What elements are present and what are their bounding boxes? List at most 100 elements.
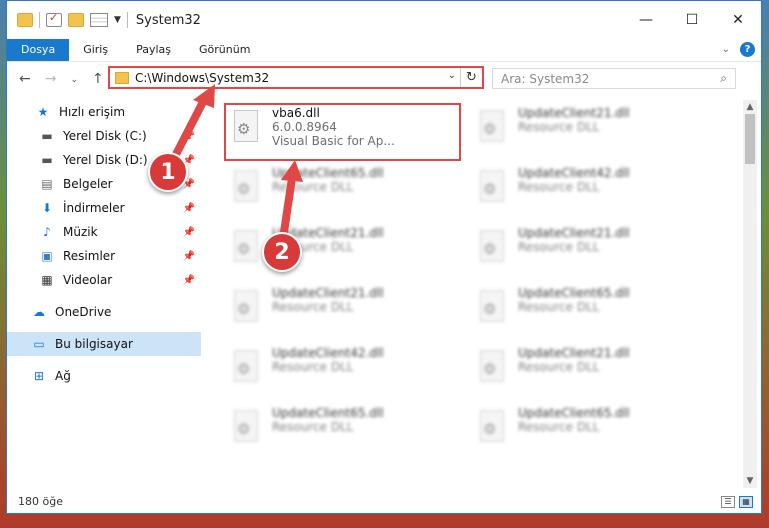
divider (39, 12, 40, 28)
file-name: UpdateClient21.dll (518, 346, 630, 360)
sidebar-item-label: Yerel Disk (D:) (63, 153, 148, 167)
file-type: Resource DLL (518, 420, 600, 434)
file-name: UpdateClient65.dll (272, 166, 384, 180)
sidebar-item-label: Yerel Disk (C:) (63, 129, 147, 143)
details-view-icon[interactable]: ☰ (721, 496, 735, 508)
folder-icon (115, 71, 129, 84)
new-folder-icon[interactable] (68, 13, 84, 27)
status-bar: 180 öğe (6, 488, 762, 514)
step-badge-2: 2 (262, 232, 302, 272)
chevron-down-icon[interactable]: ▼ (114, 15, 121, 25)
file-tile[interactable]: ⚙ UpdateClient42.dll Resource DLL (468, 160, 704, 216)
sidebar-item-pictures[interactable]: ▣ Resimler 📌 (7, 244, 201, 268)
tab-share[interactable]: Paylaş (122, 39, 185, 61)
pin-icon: 📌 (182, 226, 195, 238)
file-name: UpdateClient65.dll (518, 286, 630, 300)
address-bar[interactable]: C:\Windows\System32 ⌄ ↻ (108, 66, 484, 89)
sidebar-item-quick-access[interactable]: ★ Hızlı erişim (7, 100, 201, 124)
search-icon[interactable]: ⌕ (720, 71, 727, 86)
sidebar-item-label: İndirmeler (63, 201, 125, 215)
scroll-thumb[interactable] (745, 114, 755, 164)
file-tile[interactable]: ⚙ UpdateClient21.dll Resource DLL (468, 100, 704, 156)
file-name: UpdateClient65.dll (518, 406, 630, 420)
file-name: UpdateClient21.dll (272, 286, 384, 300)
close-button[interactable]: ✕ (715, 1, 761, 39)
sidebar-item-label: Belgeler (63, 177, 113, 191)
file-type: Resource DLL (518, 120, 600, 134)
sidebar-item-label: Hızlı erişim (59, 105, 126, 119)
sidebar-item-this-pc[interactable]: ▭ Bu bilgisayar (7, 332, 201, 356)
tab-view[interactable]: Görünüm (185, 39, 264, 61)
view-list-icon[interactable] (90, 13, 108, 27)
file-type: Resource DLL (518, 360, 600, 374)
pin-icon: 📌 (182, 274, 195, 286)
file-list: ⚙ vba6.dll 6.0.0.8964 Visual Basic for A… (210, 100, 730, 480)
star-icon: ★ (37, 105, 49, 119)
file-tile[interactable]: ⚙ UpdateClient21.dll Resource DLL (468, 220, 704, 276)
search-input[interactable]: Ara: System32 ⌕ (492, 68, 736, 89)
network-icon: ⊞ (33, 369, 45, 383)
pin-icon: 📌 (182, 202, 195, 214)
sidebar-item-label: OneDrive (55, 305, 112, 319)
file-type: Resource DLL (272, 300, 354, 314)
sidebar-item-videos[interactable]: ▦ Videolar 📌 (7, 268, 201, 292)
dll-file-icon: ⚙ (232, 170, 262, 204)
dll-file-icon: ⚙ (232, 350, 262, 384)
ribbon-tabs: Dosya Giriş Paylaş Görünüm ⌄ ? (7, 39, 761, 61)
maximize-button[interactable]: ☐ (669, 1, 715, 39)
videos-icon: ▦ (41, 273, 53, 287)
chevron-down-icon[interactable]: ⌄ (448, 70, 456, 81)
vertical-scrollbar[interactable]: ▲ ▼ (743, 100, 757, 488)
expand-ribbon-icon[interactable]: ⌄ (722, 44, 730, 55)
sidebar-item-disk-c[interactable]: ▬ Yerel Disk (C:) 📌 (7, 124, 201, 148)
dll-file-icon: ⚙ (232, 290, 262, 324)
dll-file-icon: ⚙ (478, 110, 508, 144)
sidebar-item-network[interactable]: ⊞ Ağ (7, 364, 201, 388)
scroll-up-icon[interactable]: ▲ (743, 100, 757, 114)
tiles-view-icon[interactable]: ▦ (739, 496, 753, 508)
file-tile[interactable]: ⚙ UpdateClient21.dll Resource DLL (468, 340, 704, 396)
window-title: System32 (135, 12, 201, 28)
up-icon[interactable]: ↑ (92, 71, 104, 89)
file-tile[interactable]: ⚙ UpdateClient65.dll Resource DLL (222, 400, 458, 456)
folder-icon[interactable] (17, 13, 33, 27)
refresh-button[interactable]: ↻ (460, 68, 482, 87)
file-type: Resource DLL (518, 240, 600, 254)
file-type: Resource DLL (518, 300, 600, 314)
file-tile[interactable]: ⚙ UpdateClient65.dll Resource DLL (222, 160, 458, 216)
sidebar-item-label: Ağ (55, 369, 71, 383)
back-icon[interactable]: ← (19, 71, 31, 89)
file-tile[interactable]: ⚙ UpdateClient65.dll Resource DLL (468, 280, 704, 336)
view-buttons: ☰ ▦ (721, 496, 753, 508)
address-path[interactable]: C:\Windows\System32 (135, 71, 269, 85)
minimize-button[interactable]: — (623, 1, 669, 39)
item-count: 180 öğe (18, 494, 63, 508)
file-tile[interactable]: ⚙ UpdateClient21.dll Resource DLL (222, 220, 458, 276)
dll-file-icon: ⚙ (478, 410, 508, 444)
divider (126, 12, 128, 28)
forward-icon[interactable]: → (45, 71, 57, 89)
highlight-box (224, 103, 461, 161)
tab-file[interactable]: Dosya (7, 39, 70, 61)
ribbon-right-controls: ⌄ ? (722, 42, 755, 57)
recent-locations-icon[interactable]: ⌄ (70, 71, 78, 89)
properties-check-icon[interactable] (46, 11, 62, 27)
documents-icon: ▤ (41, 177, 53, 191)
pictures-icon: ▣ (41, 249, 53, 263)
title-bar: ▼ System32 — ☐ ✕ (7, 1, 761, 39)
window-controls: — ☐ ✕ (623, 1, 761, 39)
scroll-down-icon[interactable]: ▼ (743, 474, 757, 488)
download-icon: ⬇ (41, 201, 53, 215)
file-type: Resource DLL (272, 360, 354, 374)
tab-home[interactable]: Giriş (69, 39, 122, 61)
file-tile[interactable]: ⚙ UpdateClient42.dll Resource DLL (222, 340, 458, 396)
cloud-icon: ☁ (33, 305, 45, 319)
sidebar-item-onedrive[interactable]: ☁ OneDrive (7, 300, 201, 324)
file-tile[interactable]: ⚙ UpdateClient65.dll Resource DLL (468, 400, 704, 456)
file-tile[interactable]: ⚙ UpdateClient21.dll Resource DLL (222, 280, 458, 336)
help-icon[interactable]: ? (740, 42, 755, 57)
sidebar-item-downloads[interactable]: ⬇ İndirmeler 📌 (7, 196, 201, 220)
file-name: UpdateClient21.dll (518, 226, 630, 240)
sidebar-item-label: Müzik (63, 225, 98, 239)
sidebar-item-music[interactable]: ♪ Müzik 📌 (7, 220, 201, 244)
